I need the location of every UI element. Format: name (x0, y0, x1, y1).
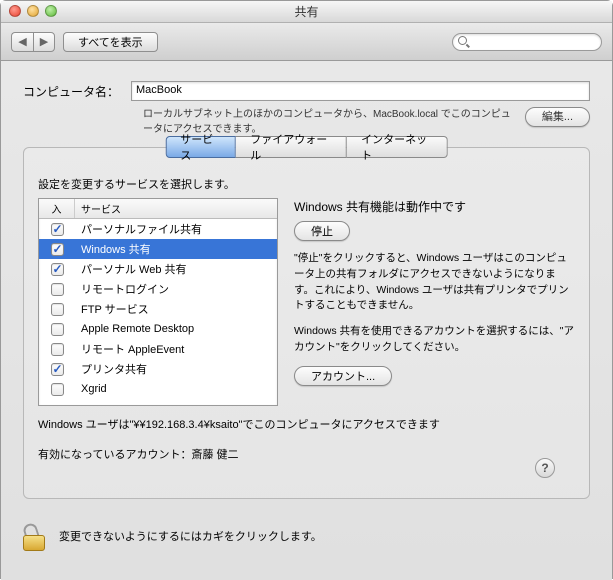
service-detail: Windows 共有機能は動作中です 停止 "停止"をクリックすると、Windo… (294, 198, 575, 406)
service-checkbox[interactable] (51, 283, 64, 296)
back-button[interactable]: ◀ (11, 32, 33, 52)
tabs: サービスファイアウォールインターネット (165, 136, 448, 158)
table-row[interactable]: FTP サービス (39, 299, 277, 319)
service-name: パーソナルファイル共有 (75, 221, 277, 237)
service-checkbox[interactable] (51, 343, 64, 356)
sharing-groupbox: サービスファイアウォールインターネット 設定を変更するサービスを選択します。 入… (23, 147, 590, 499)
services-caption: 設定を変更するサービスを選択します。 (38, 176, 575, 192)
table-row[interactable]: プリンタ共有 (39, 359, 277, 379)
service-desc-1: "停止"をクリックすると、Windows ユーザはこのコンピュータ上の共有フォル… (294, 251, 575, 314)
service-name: パーソナル Web 共有 (75, 261, 277, 277)
show-all-button[interactable]: すべてを表示 (63, 32, 158, 52)
tab-0[interactable]: サービス (165, 136, 236, 158)
table-row[interactable]: リモート AppleEvent (39, 339, 277, 359)
service-name: Apple Remote Desktop (75, 323, 277, 335)
minimize-icon[interactable] (27, 5, 39, 17)
lock-icon[interactable] (23, 521, 49, 551)
service-name: リモート AppleEvent (75, 341, 277, 357)
tab-1[interactable]: ファイアウォール (236, 136, 347, 158)
search-icon (458, 36, 470, 48)
window-controls (9, 5, 57, 17)
service-checkbox[interactable] (51, 223, 64, 236)
window-title: 共有 (294, 3, 318, 20)
nav-segment: ◀ ▶ (11, 32, 55, 52)
service-checkbox[interactable] (51, 263, 64, 276)
service-name: プリンタ共有 (75, 361, 277, 377)
service-name: FTP サービス (75, 301, 277, 317)
table-row[interactable]: パーソナルファイル共有 (39, 219, 277, 239)
lock-note: 変更できないようにするにはカギをクリックします。 (59, 528, 322, 544)
col-service[interactable]: サービス (75, 199, 277, 218)
enabled-account-label: 有効になっているアカウント：斎藤 健二 (38, 449, 239, 461)
service-name: リモートログイン (75, 281, 277, 297)
service-checkbox[interactable] (51, 323, 64, 336)
computer-name-input[interactable]: MacBook (131, 81, 590, 101)
service-name: Windows 共有 (75, 241, 277, 257)
service-checkbox[interactable] (51, 383, 64, 396)
help-button[interactable]: ? (535, 458, 555, 478)
service-desc-2: Windows 共有を使用できるアカウントを選択するには、"アカウント"をクリッ… (294, 324, 575, 356)
service-name: Xgrid (75, 383, 277, 395)
services-header: 入 サービス (39, 199, 277, 219)
close-icon[interactable] (9, 5, 21, 17)
table-row[interactable]: Xgrid (39, 379, 277, 399)
stop-button[interactable]: 停止 (294, 221, 350, 241)
edit-button[interactable]: 編集... (525, 107, 590, 127)
table-row[interactable]: リモートログイン (39, 279, 277, 299)
zoom-icon[interactable] (45, 5, 57, 17)
table-row[interactable]: Windows 共有 (39, 239, 277, 259)
services-table[interactable]: 入 サービス パーソナルファイル共有 Windows 共有パーソナル Web 共有… (38, 198, 278, 406)
service-status-title: Windows 共有機能は動作中です (294, 198, 575, 215)
access-note: Windows ユーザは"¥¥192.168.3.4¥ksaito"でこのコンピ… (38, 416, 575, 432)
window-titlebar: 共有 (1, 1, 612, 23)
service-checkbox[interactable] (51, 243, 64, 256)
service-checkbox[interactable] (51, 303, 64, 316)
account-button[interactable]: アカウント... (294, 366, 392, 386)
toolbar: ◀ ▶ すべてを表示 (1, 23, 612, 61)
col-on[interactable]: 入 (39, 199, 75, 218)
service-checkbox[interactable] (51, 363, 64, 376)
content-area: コンピュータ名： MacBook ローカルサブネット上のほかのコンピュータから、… (1, 61, 612, 580)
tab-2[interactable]: インターネット (347, 136, 448, 158)
table-row[interactable]: Apple Remote Desktop (39, 319, 277, 339)
forward-button[interactable]: ▶ (33, 32, 55, 52)
search-input[interactable] (452, 33, 602, 51)
computer-name-label: コンピュータ名： (23, 83, 119, 100)
table-row[interactable]: パーソナル Web 共有 (39, 259, 277, 279)
